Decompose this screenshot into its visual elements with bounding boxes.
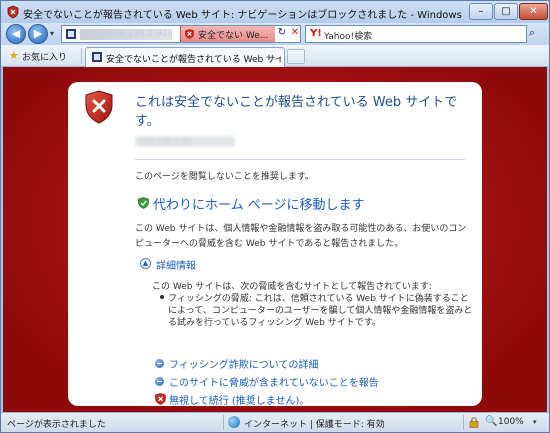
address-toolbar: ◀ ▶ ▾ http://206.136.2.91/p 安全でない We... … <box>1 23 549 45</box>
search-input[interactable]: Yahoo!検索 <box>324 29 372 42</box>
tab-label: 安全でないことが報告されている Web サイト:... <box>106 55 281 65</box>
site-address: 206.136.2.91 <box>135 136 235 147</box>
globe-icon <box>228 416 240 428</box>
lock-icon[interactable] <box>469 417 479 428</box>
advice-text: このページを閲覧しないことを推奨します。 <box>135 172 314 182</box>
report-safe-link-text[interactable]: このサイトに脅威が含まれていないことを報告 <box>169 374 379 389</box>
zoom-level[interactable]: 100% <box>498 417 524 427</box>
yahoo-logo-icon: Y! <box>310 28 322 39</box>
maximize-button[interactable]: □ <box>494 3 518 20</box>
favorites-tab-bar: ★ お気に入り 安全でないことが報告されている Web サイト:... <box>1 45 549 67</box>
collapse-arrow-icon[interactable]: ▲ <box>140 258 151 269</box>
certificate-error-text: 安全でない We... <box>198 31 269 41</box>
toolbar-separator <box>81 48 82 64</box>
title-bar: 安全でないことが報告されている Web サイト: ナビゲーションはブロックされま… <box>1 1 549 23</box>
arrow-link-icon <box>155 359 164 368</box>
refresh-icon[interactable]: ↻ <box>276 27 288 41</box>
search-icon[interactable]: ⌕ <box>529 26 545 42</box>
page-icon <box>92 52 102 62</box>
status-bar: ページが表示されました インターネット | 保護モード: 有効 🔍 100% ▾ <box>1 412 549 432</box>
stop-icon[interactable]: ✕ <box>289 27 301 41</box>
page-icon <box>66 29 76 39</box>
forward-button[interactable]: ▶ <box>28 24 48 44</box>
shield-check-icon <box>138 197 149 209</box>
status-text: ページが表示されました <box>7 420 106 430</box>
window-title: 安全でないことが報告されている Web サイト: ナビゲーションはブロックされま… <box>23 10 463 21</box>
shield-error-icon <box>7 5 19 19</box>
phishing-info-link-text[interactable]: フィッシング詐欺についての詳細 <box>169 356 319 371</box>
minimize-button[interactable]: – <box>469 3 493 20</box>
details-label[interactable]: 詳細情報 <box>156 257 196 272</box>
zoom-icon[interactable]: 🔍 <box>485 416 497 427</box>
details-intro: この Web サイトは、次の脅威を含むサイトとして報告されています: <box>152 282 432 292</box>
divider <box>135 159 465 160</box>
search-box[interactable]: Y! Yahoo!検索 <box>305 25 527 43</box>
ie-window: 安全でないことが報告されている Web サイト: ナビゲーションはブロックされま… <box>0 0 550 433</box>
page-title: これは安全でないことが報告されている Web サイトです。 <box>135 95 458 129</box>
shield-error-icon <box>185 29 194 39</box>
history-dropdown-icon[interactable]: ▾ <box>50 29 54 38</box>
go-home-link-text[interactable]: 代わりにホーム ページに移動します <box>153 194 364 213</box>
threat-description: フィッシングの脅威: これは、信頼されている Web サイトに偽装することによっ… <box>168 294 473 328</box>
shield-error-icon <box>155 393 166 405</box>
arrow-link-icon <box>155 377 164 386</box>
certificate-error-indicator[interactable]: 安全でない We... <box>180 26 275 42</box>
ignore-continue-link-text[interactable]: 無視して続行 (推奨しません)。 <box>169 392 309 407</box>
address-bar[interactable]: http://206.136.2.91/p 安全でない We... ↻ ✕ <box>61 25 301 43</box>
back-button[interactable]: ◀ <box>6 24 26 44</box>
shield-error-icon <box>85 90 113 124</box>
warning-card: これは安全でないことが報告されている Web サイトです。 206.136.2.… <box>68 82 482 407</box>
status-separator <box>223 415 224 430</box>
security-zone-text[interactable]: インターネット | 保護モード: 有効 <box>244 417 385 430</box>
new-tab-button[interactable] <box>287 49 305 64</box>
address-url[interactable]: http://206.136.2.91/p <box>80 29 172 40</box>
page-content: これは安全でないことが報告されている Web サイトです。 206.136.2.… <box>3 67 547 412</box>
favorites-button[interactable]: お気に入り <box>22 50 67 63</box>
tab-active[interactable]: 安全でないことが報告されている Web サイト:... <box>85 47 285 67</box>
warning-description: この Web サイトは、個人情報や金融情報を盗み取る可能性のある、お使いのコンピ… <box>135 224 467 249</box>
bullet-icon <box>160 295 164 299</box>
favorites-star-icon[interactable]: ★ <box>9 49 19 62</box>
status-separator <box>463 415 464 430</box>
close-window-button[interactable]: ✕ <box>519 3 548 20</box>
zoom-dropdown-icon[interactable]: ▾ <box>533 418 537 426</box>
